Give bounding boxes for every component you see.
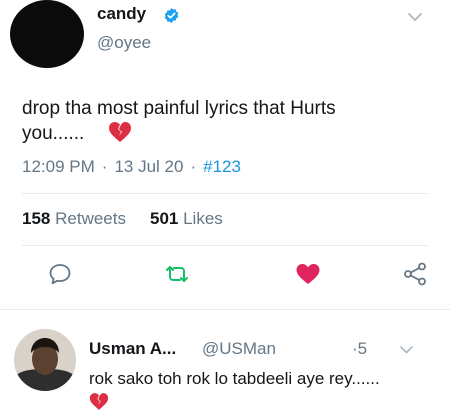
- retweets-stat[interactable]: 158 Retweets: [22, 209, 126, 228]
- divider: [0, 309, 450, 310]
- reply-text: rok sako toh rok lo tabdeeli aye rey....…: [89, 369, 380, 388]
- likes-stat[interactable]: 501 Likes: [150, 209, 223, 228]
- meta-separator: ·: [190, 157, 197, 176]
- author-name[interactable]: candy: [97, 4, 146, 24]
- reply-time: ·5: [352, 339, 368, 358]
- retweets-label: Retweets: [55, 209, 126, 228]
- broken-heart-icon: [89, 393, 109, 410]
- verified-badge-icon: [164, 8, 179, 23]
- avatar-photo: [14, 329, 76, 391]
- tweet-stats: 158 Retweets 501 Likes: [22, 209, 223, 229]
- retweet-icon[interactable]: [164, 262, 190, 286]
- author-avatar[interactable]: [10, 0, 84, 68]
- tweet-tag[interactable]: #123: [203, 157, 241, 176]
- reply-author-name[interactable]: Usman A...: [89, 339, 176, 359]
- reply-author-handle[interactable]: @USMan: [202, 339, 276, 359]
- retweets-count: 158: [22, 209, 51, 228]
- reply-icon[interactable]: [47, 262, 73, 286]
- likes-label: Likes: [183, 209, 223, 228]
- tweet-text-line2: you......: [22, 123, 85, 144]
- author-handle[interactable]: @oyee: [97, 33, 151, 53]
- divider: [22, 245, 428, 246]
- chevron-down-icon[interactable]: [408, 12, 422, 22]
- tweet-date: 13 Jul 20: [114, 157, 184, 176]
- broken-heart-icon: [109, 122, 131, 142]
- tweet-meta: 12:09 PM · 13 Jul 20 · #123: [22, 157, 241, 177]
- tweet-time: 12:09 PM: [22, 157, 95, 176]
- likes-count: 501: [149, 209, 179, 228]
- tweet-detail-screen: candy @oyee drop tha most painful lyrics…: [0, 0, 450, 412]
- chevron-down-icon[interactable]: [400, 345, 413, 354]
- tweet-text-line1: drop tha most painful lyrics that Hurts: [22, 98, 336, 119]
- reply-author-avatar[interactable]: [14, 329, 76, 391]
- divider: [22, 193, 428, 194]
- heart-icon[interactable]: [295, 262, 321, 286]
- meta-separator: ·: [101, 157, 108, 176]
- share-icon[interactable]: [402, 262, 428, 286]
